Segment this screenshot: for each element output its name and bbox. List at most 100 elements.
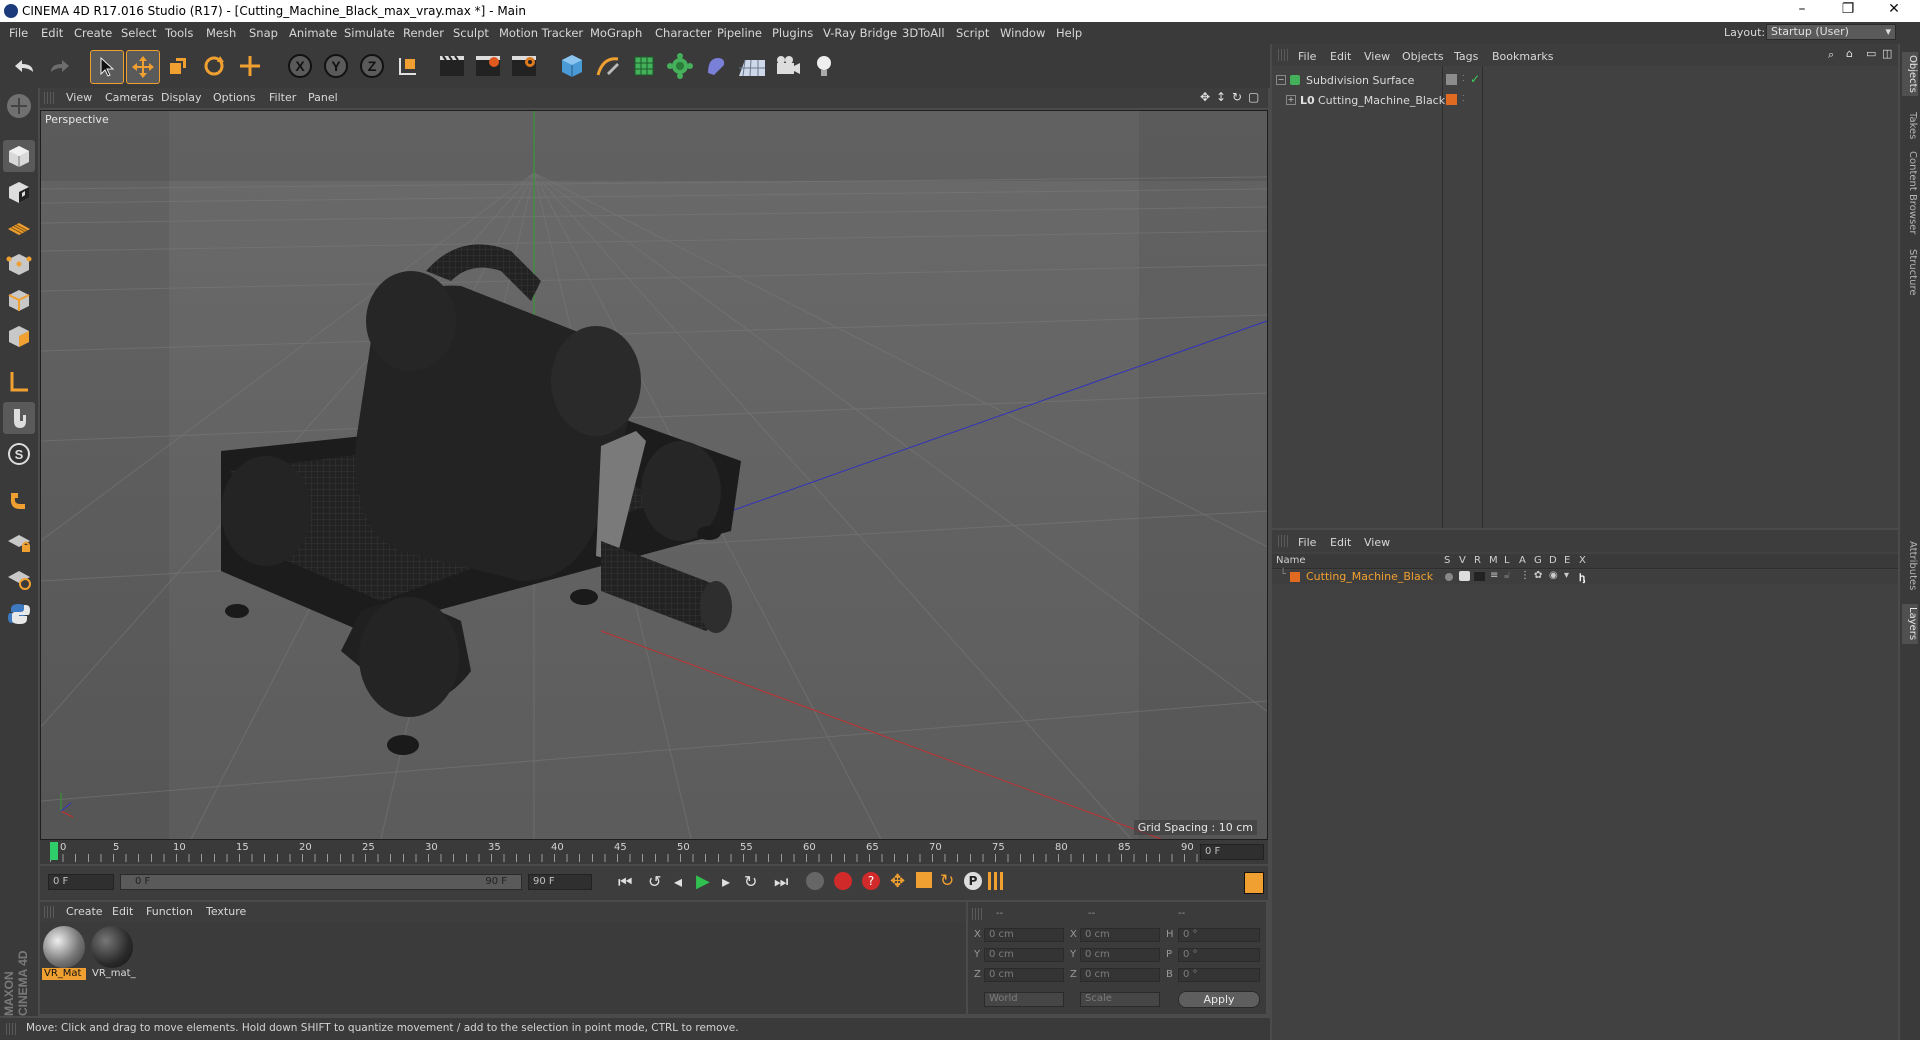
menu-mesh[interactable]: Mesh — [206, 26, 236, 40]
layer-menu-view[interactable]: View — [1364, 536, 1390, 549]
rotation-p-field[interactable]: 0 ° — [1178, 948, 1260, 962]
layer-menu-edit[interactable]: Edit — [1330, 536, 1351, 549]
key-parameter-icon[interactable]: P — [964, 872, 982, 890]
tab-content-browser[interactable]: Content Browser — [1902, 150, 1918, 236]
object-menu-edit[interactable]: Edit — [1330, 50, 1351, 63]
object-row-subdivision-surface[interactable]: − Subdivision Surface ⁚ ✓ — [1272, 72, 1898, 90]
panel-grip-icon[interactable] — [44, 92, 54, 104]
solo-toggle-icon[interactable] — [1445, 573, 1453, 581]
move-view-icon[interactable]: ✥ — [1200, 90, 1210, 104]
y-axis-lock-icon[interactable]: Y — [320, 50, 352, 82]
workplane-rotate-icon[interactable] — [3, 562, 35, 594]
position-z-field[interactable]: 0 cm — [984, 968, 1064, 982]
size-z-field[interactable]: 0 cm — [1080, 968, 1160, 982]
column-view[interactable]: V — [1459, 555, 1466, 566]
menu-render[interactable]: Render — [403, 26, 444, 40]
viewport-menu-cameras[interactable]: Cameras — [105, 91, 154, 104]
material-menu-function[interactable]: Function — [146, 905, 193, 918]
column-render[interactable]: R — [1474, 555, 1481, 566]
select-arrow-icon[interactable] — [90, 50, 124, 84]
column-animation[interactable]: A — [1519, 555, 1526, 566]
current-frame-field[interactable]: 0 F — [1200, 844, 1264, 860]
deformer-toggle-icon[interactable]: ◉ — [1549, 570, 1558, 581]
z-axis-lock-icon[interactable]: Z — [356, 50, 388, 82]
object-menu-file[interactable]: File — [1298, 50, 1316, 63]
keyframe-selection-icon[interactable] — [806, 872, 824, 890]
frame-range-slider[interactable]: 0 F 90 F — [120, 874, 522, 890]
edges-mode-icon[interactable] — [3, 284, 35, 316]
perspective-viewport[interactable]: Perspective Grid Spacing : 10 cm — [40, 110, 1268, 840]
redo-icon[interactable] — [44, 50, 76, 82]
menu-motion-tracker[interactable]: Motion Tracker — [499, 26, 583, 40]
column-xref[interactable]: X — [1579, 555, 1586, 566]
rotate-tool-icon[interactable] — [198, 50, 230, 82]
column-generators[interactable]: G — [1534, 555, 1542, 566]
xref-toggle-icon[interactable]: ꞕ — [1579, 570, 1585, 584]
layer-color-icon[interactable] — [1446, 94, 1457, 105]
layer-row[interactable]: └ Cutting_Machine_Black ≡ 🔓︎ ⋮ ✿ ◉ ▾ ꞕ — [1272, 569, 1898, 584]
lock-workplane-icon[interactable] — [3, 526, 35, 558]
material-swatch[interactable]: VR_mat_ — [90, 926, 136, 982]
column-expressions[interactable]: E — [1564, 555, 1570, 566]
menu-tools[interactable]: Tools — [165, 26, 193, 40]
record-icon[interactable] — [834, 872, 852, 890]
menu-select[interactable]: Select — [121, 26, 156, 40]
tab-structure[interactable]: Structure — [1902, 244, 1918, 300]
object-menu-objects[interactable]: Objects — [1402, 50, 1444, 63]
camera-label[interactable]: Perspective — [45, 113, 109, 126]
start-frame-field[interactable]: 0 F — [48, 874, 114, 890]
menu-file[interactable]: File — [9, 26, 28, 40]
model-mode-icon[interactable] — [3, 140, 35, 172]
menu-help[interactable]: Help — [1056, 26, 1082, 40]
python-icon[interactable] — [3, 598, 35, 630]
viewport-menu-view[interactable]: View — [66, 91, 92, 104]
menu-snap[interactable]: Snap — [249, 26, 278, 40]
zoom-view-icon[interactable]: ↕ — [1216, 90, 1226, 104]
visibility-dots-icon[interactable]: ⁚ — [1462, 74, 1465, 83]
column-deformers[interactable]: D — [1549, 555, 1557, 566]
layer-color-swatch[interactable] — [1290, 572, 1300, 582]
size-mode-dropdown[interactable]: Scale — [1080, 992, 1160, 1007]
polygons-mode-icon[interactable] — [3, 320, 35, 352]
material-menu-create[interactable]: Create — [66, 905, 103, 918]
timeline-window-icon[interactable] — [1244, 872, 1264, 894]
menu-animate[interactable]: Animate — [289, 26, 337, 40]
key-rotation-icon[interactable]: ↻ — [940, 871, 954, 891]
menu-window[interactable]: Window — [1000, 26, 1045, 40]
subdivision-surface-icon[interactable] — [628, 50, 660, 82]
menu-3dtoall[interactable]: 3DToAll — [902, 26, 945, 40]
viewport-menu-display[interactable]: Display — [161, 91, 202, 104]
scale-tool-icon[interactable] — [162, 50, 194, 82]
panel-grip-icon[interactable] — [44, 906, 54, 918]
cloner-icon[interactable] — [664, 50, 696, 82]
object-menu-tags[interactable]: Tags — [1454, 50, 1478, 63]
rotate-view-icon[interactable]: ↻ — [1232, 90, 1242, 104]
collapse-icon[interactable]: − — [1276, 75, 1286, 85]
cube-object-icon[interactable] — [556, 50, 588, 82]
visibility-dots-icon[interactable]: ⁚ — [1462, 94, 1465, 103]
panel-grip-icon[interactable] — [1278, 49, 1288, 61]
animation-toggle-icon[interactable]: ⋮ — [1520, 570, 1530, 581]
move-tool-icon[interactable] — [126, 50, 160, 84]
next-frame-icon[interactable]: ▸ — [722, 872, 730, 891]
previous-key-icon[interactable]: ↺ — [648, 872, 661, 891]
tab-objects[interactable]: Objects — [1902, 52, 1918, 96]
tab-takes[interactable]: Takes — [1902, 108, 1918, 144]
object-menu-bookmarks[interactable]: Bookmarks — [1492, 50, 1553, 63]
menu-pipeline[interactable]: Pipeline — [717, 26, 762, 40]
menu-create[interactable]: Create — [74, 26, 112, 40]
autokey-icon[interactable]: ? — [862, 872, 880, 890]
manager-toggle-icon[interactable]: ≡ — [1490, 570, 1498, 581]
spline-pen-icon[interactable] — [592, 50, 624, 82]
menu-vray-bridge[interactable]: V-Ray Bridge — [823, 26, 897, 40]
tab-layers[interactable]: Layers — [1902, 604, 1918, 644]
key-scale-icon[interactable] — [916, 872, 932, 888]
key-position-icon[interactable]: ✥ — [890, 871, 905, 892]
viewport-menu-options[interactable]: Options — [213, 91, 255, 104]
layout-icon[interactable]: ▭ — [1866, 47, 1876, 60]
layout-dropdown[interactable]: Startup (User) ▾ — [1766, 24, 1896, 40]
previous-frame-icon[interactable]: ◂ — [674, 872, 682, 891]
menu-mograph[interactable]: MoGraph — [590, 26, 642, 40]
live-selection-icon[interactable] — [234, 50, 266, 82]
column-solo[interactable]: S — [1444, 555, 1450, 566]
